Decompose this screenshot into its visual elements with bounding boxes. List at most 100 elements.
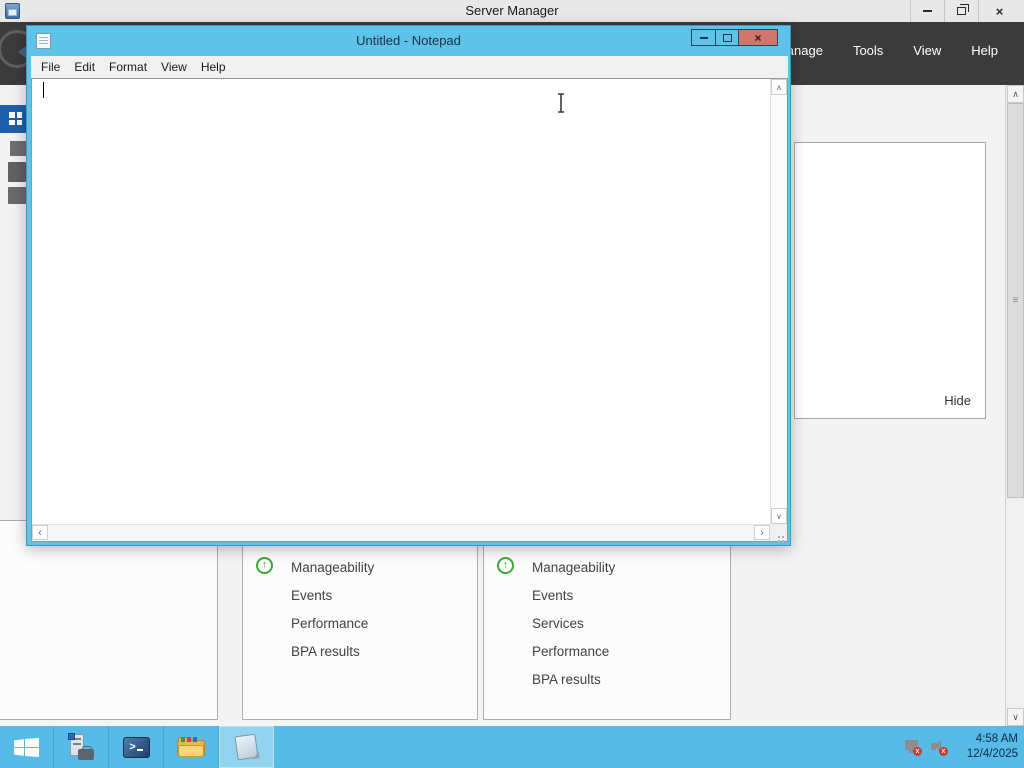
taskbar-notepad-button[interactable] <box>219 726 274 768</box>
menu-view[interactable]: View <box>913 43 941 58</box>
taskbar-file-explorer-button[interactable] <box>164 726 219 768</box>
chevron-up-icon: ∧ <box>1012 88 1019 99</box>
text-caret <box>43 82 44 98</box>
server-manager-app-icon <box>5 3 20 19</box>
tile-item-bpa-results[interactable]: BPA results <box>532 672 601 687</box>
sm-restore-button[interactable] <box>944 0 978 22</box>
tile-item-bpa-results[interactable]: BPA results <box>291 644 360 659</box>
tile-item-services[interactable]: Services <box>532 616 584 631</box>
notepad-window-controls: × <box>691 29 778 46</box>
tile-heading[interactable]: Manageability <box>532 560 615 575</box>
sidebar-item-icon[interactable] <box>8 162 26 182</box>
status-up-icon: ↑ <box>497 557 514 574</box>
np-maximize-button[interactable] <box>715 30 738 45</box>
powershell-icon: > <box>122 736 150 758</box>
scroll-up-button[interactable]: ∧ <box>771 79 787 95</box>
menu-file[interactable]: File <box>34 57 67 77</box>
notepad-window: Untitled - Notepad × File Edit Format Vi… <box>26 25 791 546</box>
tile-item-performance[interactable]: Performance <box>532 644 609 659</box>
volume-status-icon[interactable]: x <box>930 739 948 756</box>
chevron-up-icon: ∧ <box>776 82 782 92</box>
tile-item-row[interactable]: Services <box>484 611 730 639</box>
notepad-app-icon <box>36 33 51 49</box>
tile-item-row[interactable]: Events <box>484 583 730 611</box>
tile-heading[interactable]: Manageability <box>291 560 374 575</box>
tile-item-row[interactable]: Performance <box>243 611 477 639</box>
taskbar-clock[interactable]: 4:58 AM 12/4/2025 <box>956 732 1018 762</box>
server-manager-scrollbar[interactable]: ∧ ≡ ∨ <box>1005 85 1024 726</box>
server-manager-menubar: Manage Tools View Help <box>776 43 998 58</box>
hide-link[interactable]: Hide <box>944 393 971 408</box>
server-manager-icon <box>68 733 94 760</box>
tile-item-performance[interactable]: Performance <box>291 616 368 631</box>
menu-help[interactable]: Help <box>971 43 998 58</box>
np-close-button[interactable]: × <box>738 30 777 45</box>
notepad-vertical-scrollbar[interactable]: ∧ ∨ <box>770 79 787 524</box>
notepad-menubar: File Edit Format View Help <box>31 56 788 78</box>
network-status-icon[interactable]: x <box>904 739 922 756</box>
back-arrow-icon <box>12 46 26 58</box>
start-button[interactable] <box>0 726 54 768</box>
grip-icon: ≡ <box>1012 295 1019 306</box>
sidebar-item-icon[interactable] <box>10 141 26 156</box>
system-tray: x x 4:58 AM 12/4/2025 <box>904 726 1018 768</box>
chevron-right-icon: › <box>760 526 764 539</box>
restore-icon <box>957 4 969 15</box>
sm-close-button[interactable]: × <box>978 0 1020 22</box>
tile-item-events[interactable]: Events <box>532 588 573 603</box>
scrollbar-thumb[interactable]: ≡ <box>1007 103 1024 498</box>
desktop: Server Manager × Manage Tools View Help … <box>0 0 1024 768</box>
clock-time: 4:58 AM <box>975 733 1018 746</box>
chevron-down-icon: ∨ <box>1012 711 1019 722</box>
menu-edit[interactable]: Edit <box>67 57 102 77</box>
sm-minimize-button[interactable] <box>910 0 944 22</box>
notepad-editor[interactable] <box>32 79 770 524</box>
scroll-left-button[interactable]: ‹ <box>32 525 48 540</box>
notepad-client-area: ∧ ∨ ‹ › <box>31 78 788 542</box>
tile-heading-row[interactable]: ↑ Manageability <box>484 555 730 583</box>
minimize-icon <box>923 10 932 12</box>
menu-tools[interactable]: Tools <box>853 43 883 58</box>
notepad-title: Untitled - Notepad <box>356 33 461 48</box>
scroll-down-button[interactable]: ∨ <box>771 508 787 524</box>
close-icon: × <box>754 30 762 45</box>
tile-item-row[interactable]: BPA results <box>484 667 730 695</box>
dashboard-tile-local-server: ↑ Manageability Events Performance BPA r… <box>242 520 478 720</box>
tile-item-row[interactable]: Performance <box>484 639 730 667</box>
dashboard-icon <box>9 112 22 125</box>
dashboard-tile <box>0 520 218 720</box>
welcome-flyout-panel: Hide <box>794 142 986 419</box>
scroll-down-button[interactable]: ∨ <box>1007 708 1024 726</box>
dashboard-tile-all-servers: ↑ Manageability Events Services Performa… <box>483 520 731 720</box>
sidebar-item-icon[interactable] <box>8 187 26 204</box>
tile-item-events[interactable]: Events <box>291 588 332 603</box>
server-manager-title: Server Manager <box>465 3 559 18</box>
taskbar-powershell-button[interactable]: > <box>109 726 164 768</box>
scroll-right-button[interactable]: › <box>754 525 770 540</box>
maximize-icon <box>722 33 732 42</box>
menu-help[interactable]: Help <box>194 57 233 77</box>
volume-error-badge: x <box>939 747 948 756</box>
taskbar-server-manager-button[interactable] <box>54 726 109 768</box>
notepad-horizontal-scrollbar[interactable]: ‹ › <box>32 524 770 541</box>
menu-view[interactable]: View <box>154 57 194 77</box>
notepad-icon <box>234 733 260 761</box>
scroll-up-button[interactable]: ∧ <box>1007 85 1024 103</box>
menu-format[interactable]: Format <box>102 57 154 77</box>
status-up-icon: ↑ <box>256 557 273 574</box>
np-minimize-button[interactable] <box>692 30 715 45</box>
windows-logo-icon <box>14 737 39 757</box>
tile-item-row[interactable]: BPA results <box>243 639 477 667</box>
taskbar: > x x 4:58 AM 12/4/2025 <box>0 726 1024 768</box>
sidebar-item-dashboard[interactable] <box>0 105 26 133</box>
resize-grip[interactable] <box>770 524 787 541</box>
clock-date: 12/4/2025 <box>966 748 1018 760</box>
notepad-titlebar[interactable]: Untitled - Notepad × <box>27 26 790 56</box>
network-error-badge: x <box>913 747 922 756</box>
tile-heading-row[interactable]: ↑ Manageability <box>243 555 477 583</box>
tile-item-row[interactable]: Events <box>243 583 477 611</box>
file-explorer-icon <box>177 737 205 757</box>
server-manager-window-controls: × <box>910 0 1020 22</box>
chevron-down-icon: ∨ <box>776 511 782 521</box>
minimize-icon <box>699 36 708 39</box>
